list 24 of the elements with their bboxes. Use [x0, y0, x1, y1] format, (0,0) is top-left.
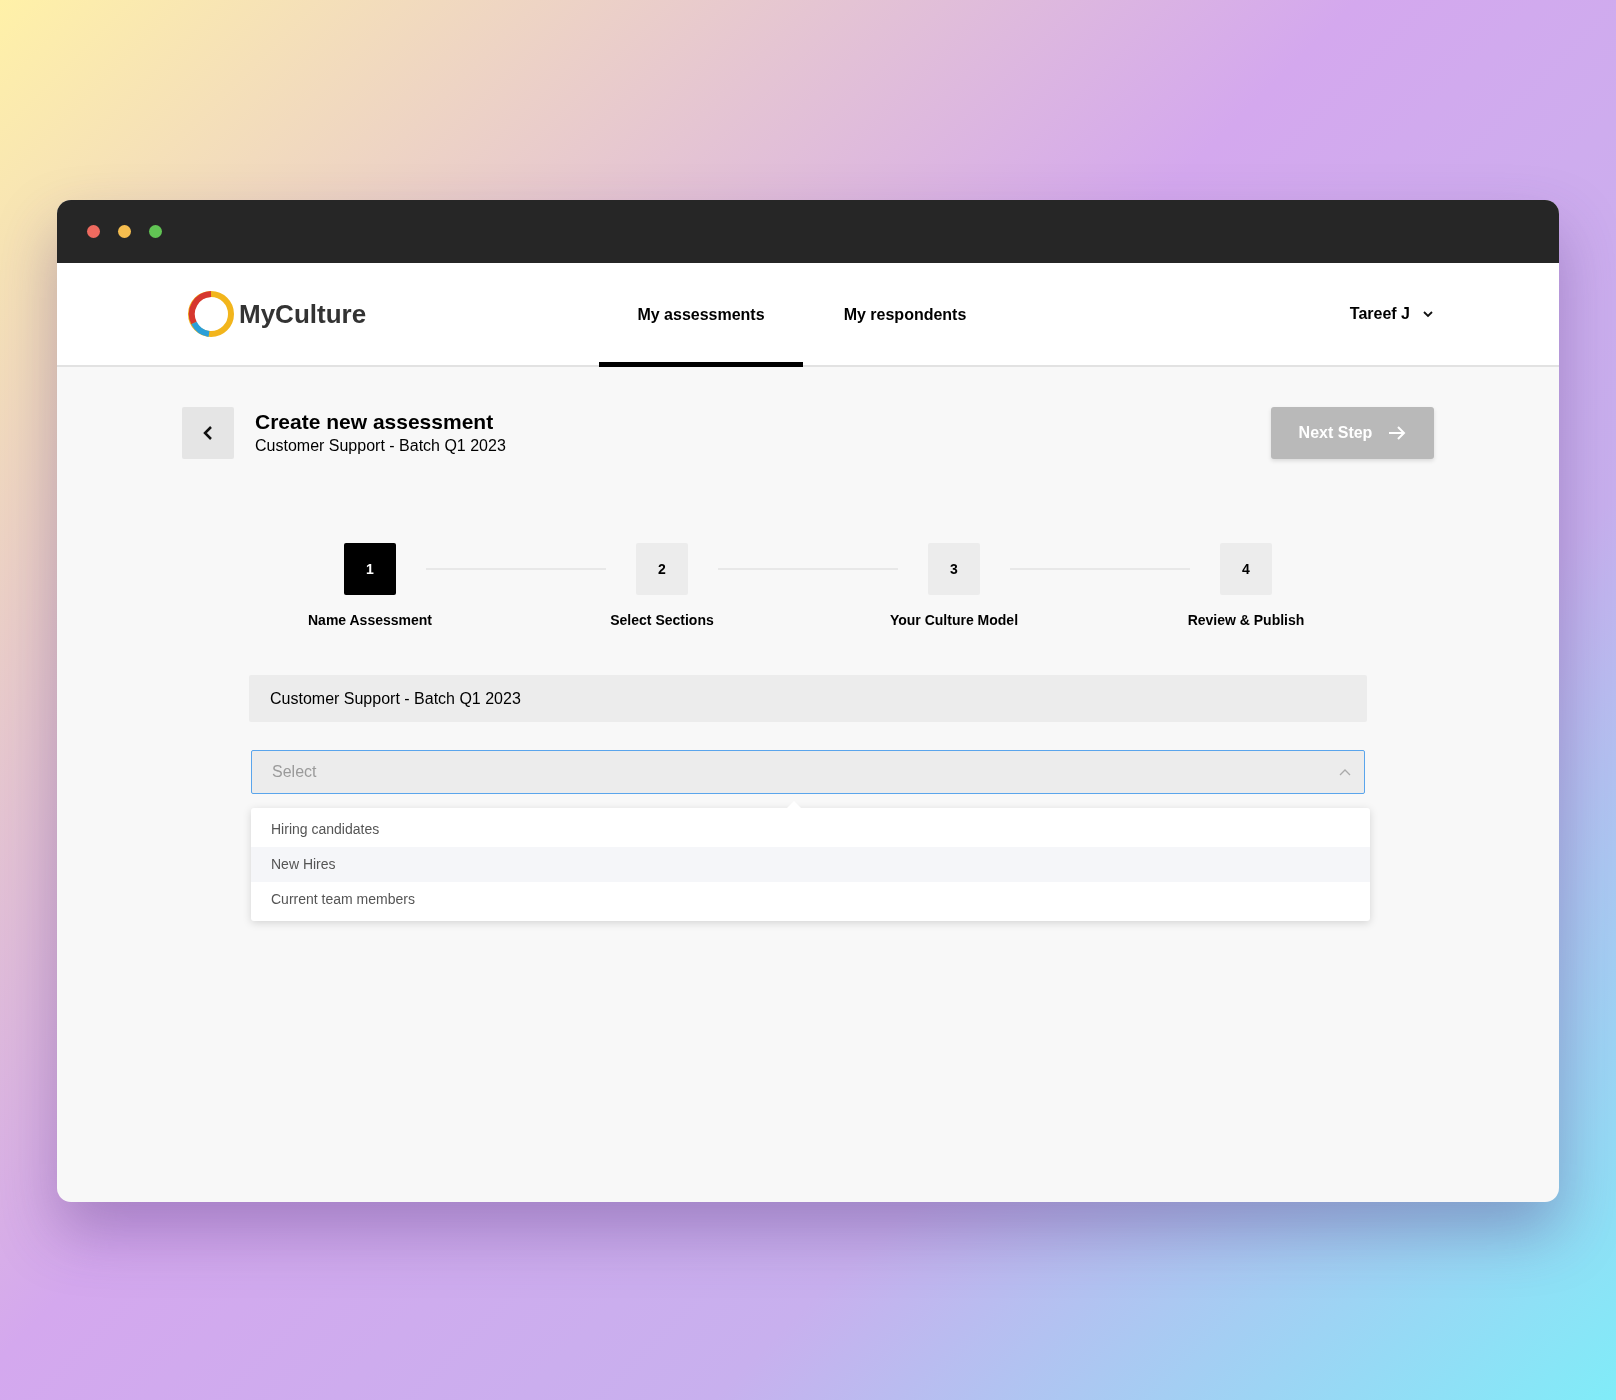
- page-subtitle: Customer Support - Batch Q1 2023: [255, 436, 506, 456]
- dropdown-option[interactable]: Current team members: [251, 882, 1370, 917]
- user-menu[interactable]: Tareef J: [1349, 263, 1559, 365]
- dropdown-option[interactable]: New Hires: [251, 847, 1370, 882]
- chevron-left-icon: [202, 425, 214, 441]
- step-number: 1: [344, 543, 396, 595]
- step-number: 4: [1220, 543, 1272, 595]
- chevron-up-icon: [1339, 768, 1351, 776]
- respondent-select[interactable]: Select: [251, 750, 1365, 794]
- step-label: Review & Publish: [1187, 611, 1305, 630]
- assessment-name-field[interactable]: Customer Support - Batch Q1 2023: [249, 675, 1367, 722]
- step-label: Your Culture Model: [889, 611, 1019, 630]
- step-number: 3: [928, 543, 980, 595]
- step-label: Name Assessment: [308, 611, 432, 630]
- step-number: 2: [636, 543, 688, 595]
- step-label: Select Sections: [610, 611, 714, 630]
- logo-ring-icon: [187, 290, 235, 338]
- page-title: Create new assessment: [255, 409, 495, 435]
- logo-text: MyCulture: [239, 297, 367, 331]
- dropdown-option[interactable]: Hiring candidates: [251, 812, 1370, 847]
- chevron-down-icon: [1422, 310, 1434, 318]
- nav-tab[interactable]: My respondents: [803, 263, 1007, 367]
- nav-tab[interactable]: My assessments: [599, 263, 803, 367]
- arrow-right-icon: [1388, 425, 1407, 441]
